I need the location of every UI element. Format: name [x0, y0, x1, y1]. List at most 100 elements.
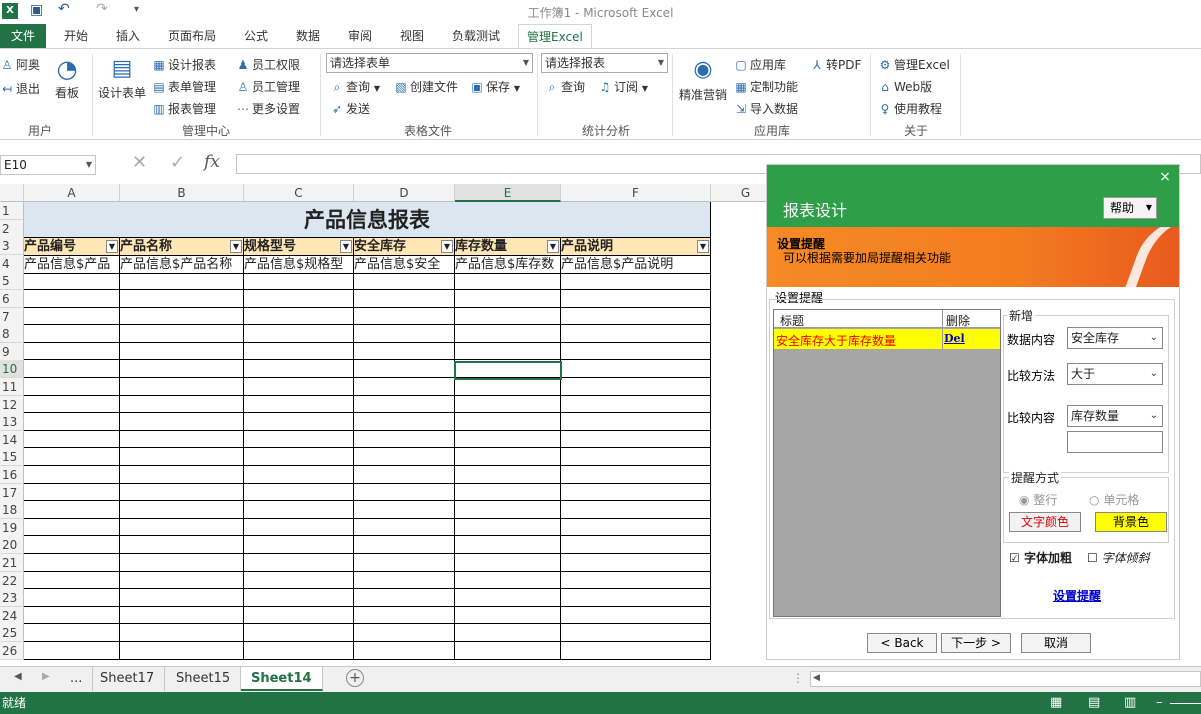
empty-cell[interactable]: [354, 448, 455, 466]
empty-cell[interactable]: [354, 272, 455, 290]
tab-insert[interactable]: 插入: [116, 24, 140, 48]
empty-cell[interactable]: [244, 536, 354, 554]
empty-cell[interactable]: [244, 413, 354, 431]
header-cell-product-id[interactable]: 产品编号 ▼: [24, 238, 120, 256]
empty-cell[interactable]: [561, 413, 711, 431]
empty-cell[interactable]: [561, 483, 711, 502]
empty-cell[interactable]: [354, 360, 455, 378]
row-header[interactable]: 20: [0, 536, 24, 555]
empty-cell[interactable]: [244, 448, 354, 466]
empty-cell[interactable]: [455, 430, 561, 449]
column-header-g[interactable]: G: [711, 184, 766, 202]
background-color-button[interactable]: 背景色: [1095, 512, 1167, 532]
empty-cell[interactable]: [455, 307, 561, 326]
empty-cell[interactable]: [24, 378, 120, 396]
empty-cell[interactable]: [24, 430, 120, 449]
text-color-button[interactable]: 文字颜色: [1009, 512, 1081, 532]
empty-cell[interactable]: [24, 307, 120, 326]
empty-cell[interactable]: [120, 501, 244, 519]
data-cell-f4[interactable]: 产品信息$产品说明: [561, 256, 711, 274]
row-header[interactable]: 3: [0, 237, 24, 256]
empty-cell[interactable]: [24, 413, 120, 431]
empty-cell[interactable]: [24, 395, 120, 414]
empty-cell[interactable]: [354, 642, 455, 660]
empty-cell[interactable]: [354, 395, 455, 414]
empty-cell[interactable]: [354, 342, 455, 361]
tab-load-test[interactable]: 负载测试: [452, 24, 500, 48]
row-header[interactable]: 4: [0, 254, 24, 273]
row-header[interactable]: 22: [0, 571, 24, 590]
empty-cell[interactable]: [120, 589, 244, 607]
empty-cell[interactable]: [24, 501, 120, 519]
row-header[interactable]: 25: [0, 624, 24, 643]
empty-cell[interactable]: [24, 360, 120, 378]
row-header[interactable]: 13: [0, 413, 24, 432]
empty-cell[interactable]: [561, 642, 711, 660]
row-header[interactable]: 10: [0, 360, 24, 379]
row-header[interactable]: 12: [0, 395, 24, 414]
page-break-view-icon[interactable]: ▥: [1124, 692, 1136, 714]
more-settings-button[interactable]: ⋯ 更多设置: [236, 100, 300, 117]
row-header[interactable]: 14: [0, 430, 24, 449]
sheet-tab-sheet17[interactable]: Sheet17: [90, 667, 166, 691]
empty-cell[interactable]: [455, 501, 561, 519]
empty-cell[interactable]: [354, 536, 455, 554]
italic-checkbox[interactable]: ☐ 字体倾斜: [1087, 549, 1150, 566]
row-header[interactable]: 2: [0, 219, 24, 238]
filter-dropdown-icon[interactable]: ▼: [441, 240, 453, 253]
empty-cell[interactable]: [244, 518, 354, 537]
function-icon[interactable]: fx: [204, 152, 220, 172]
form-management-button[interactable]: ▤ 表单管理: [152, 78, 216, 95]
help-dropdown[interactable]: 帮助 ▼: [1103, 197, 1157, 219]
empty-cell[interactable]: [244, 554, 354, 572]
filter-dropdown-icon[interactable]: ▼: [547, 240, 559, 253]
empty-cell[interactable]: [455, 483, 561, 502]
dashboard-button[interactable]: ◔ 看板: [52, 54, 82, 101]
column-header-b[interactable]: B: [120, 184, 244, 202]
data-cell-b4[interactable]: 产品信息$产品名称: [120, 256, 244, 274]
empty-cell[interactable]: [120, 483, 244, 502]
data-cell-e4[interactable]: 产品信息$库存数: [455, 256, 561, 274]
select-all-corner[interactable]: [0, 184, 24, 202]
empty-cell[interactable]: [244, 360, 354, 378]
row-header[interactable]: 6: [0, 290, 24, 308]
save-file-button[interactable]: ▣ 保存 ▼: [470, 78, 520, 95]
empty-cell[interactable]: [24, 448, 120, 466]
column-header-c[interactable]: C: [244, 184, 354, 202]
empty-cell[interactable]: [561, 325, 711, 343]
empty-cell[interactable]: [244, 378, 354, 396]
empty-cell[interactable]: [24, 272, 120, 290]
compare-value-input[interactable]: [1067, 431, 1163, 453]
empty-cell[interactable]: [244, 642, 354, 660]
empty-cell[interactable]: [354, 378, 455, 396]
row-header[interactable]: 23: [0, 589, 24, 608]
row-header[interactable]: 21: [0, 554, 24, 572]
send-button[interactable]: ➶ 发送: [330, 100, 370, 117]
empty-cell[interactable]: [561, 290, 711, 308]
report-title[interactable]: 产品信息报表: [24, 202, 711, 238]
tab-data[interactable]: 数据: [296, 24, 320, 48]
tab-view[interactable]: 视图: [400, 24, 424, 48]
empty-cell[interactable]: [120, 325, 244, 343]
empty-cell[interactable]: [561, 606, 711, 625]
empty-cell[interactable]: [354, 307, 455, 326]
row-header[interactable]: 11: [0, 378, 24, 396]
empty-cell[interactable]: [24, 342, 120, 361]
empty-cell[interactable]: [244, 307, 354, 326]
subscribe-button[interactable]: ♫ 订阅 ▼: [598, 78, 648, 95]
empty-cell[interactable]: [455, 448, 561, 466]
compare-method-select[interactable]: 大于 ⌄: [1067, 363, 1163, 385]
empty-cell[interactable]: [561, 272, 711, 290]
row-header[interactable]: 9: [0, 342, 24, 361]
empty-cell[interactable]: [120, 413, 244, 431]
empty-cell[interactable]: [120, 307, 244, 326]
empty-cell[interactable]: [24, 571, 120, 590]
to-pdf-button[interactable]: ⅄ 转PDF: [810, 56, 861, 73]
empty-cell[interactable]: [561, 448, 711, 466]
filter-dropdown-icon[interactable]: ▼: [106, 240, 118, 253]
empty-cell[interactable]: [455, 571, 561, 590]
header-cell-stock-qty[interactable]: 库存数量 ▼: [455, 238, 561, 256]
empty-cell[interactable]: [244, 290, 354, 308]
empty-cell[interactable]: [354, 413, 455, 431]
scroll-left-icon[interactable]: ◀: [813, 673, 820, 683]
